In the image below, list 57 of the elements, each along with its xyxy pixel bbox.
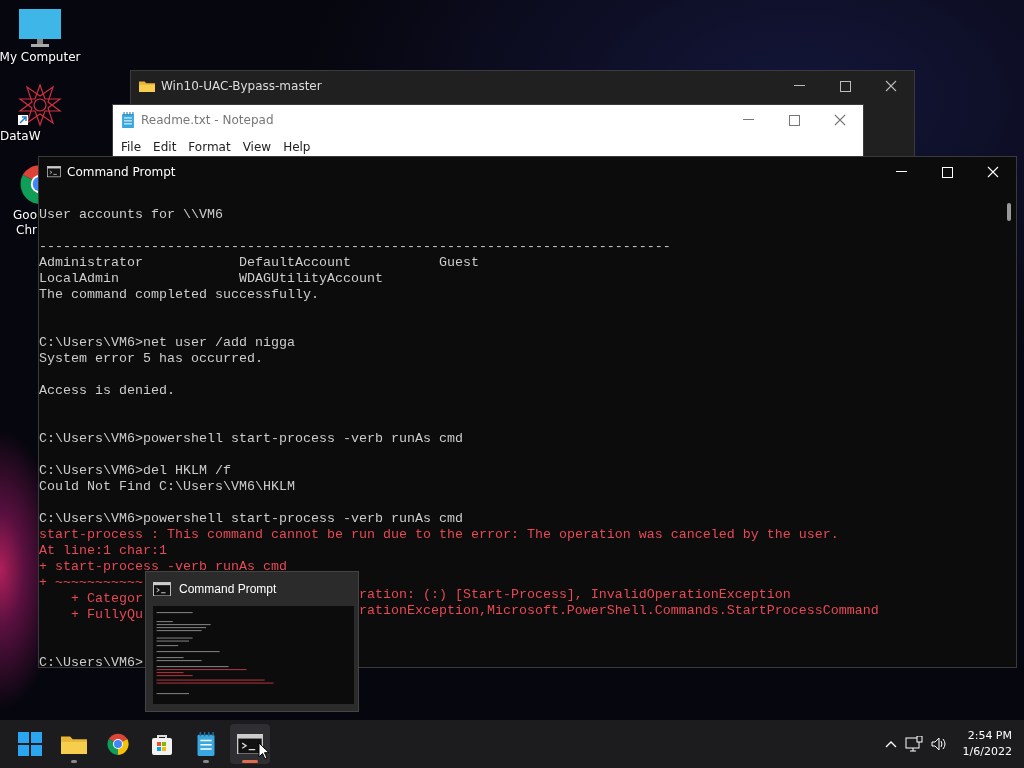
maximize-icon[interactable]	[839, 80, 851, 92]
shopping-bag-icon	[150, 732, 174, 756]
monitor-icon[interactable]	[18, 8, 62, 48]
console-line: Administrator DefaultAccount Guest	[39, 255, 479, 270]
error-output-line: At line:1 char:1	[39, 543, 167, 558]
console-line: C:\Users\VM6>del HKLM /f	[39, 463, 231, 478]
window-title: Readme.txt - Notepad	[141, 113, 275, 127]
console-line: C:\Users\VM6>powershell start-process -verb runAs cmd	[39, 431, 463, 446]
window-title: Command Prompt	[67, 165, 177, 179]
notepad-icon	[196, 732, 216, 756]
windows-logo-icon	[18, 732, 42, 756]
window-preview-popup[interactable]: Command Prompt	[145, 571, 359, 712]
close-icon[interactable]	[885, 80, 897, 92]
console-icon	[237, 733, 263, 755]
chevron-up-icon[interactable]	[884, 740, 897, 748]
console-icon	[47, 166, 61, 178]
volume-icon[interactable]	[930, 737, 947, 751]
console-line: System error 5 has occurred.	[39, 351, 263, 366]
minimize-icon[interactable]	[895, 171, 907, 173]
scrollbar-thumb[interactable]	[1007, 203, 1011, 221]
minimize-icon[interactable]	[793, 85, 805, 87]
network-icon[interactable]	[904, 736, 923, 752]
taskbar-button[interactable]	[230, 724, 270, 764]
console-line: User accounts for \\VM6	[39, 207, 223, 222]
mouse-pointer-icon	[258, 742, 270, 760]
console-line: The command completed successfully.	[39, 287, 319, 302]
error-output-line: ration: (:) [Start-Process], InvalidOperationException	[358, 587, 791, 603]
console-line: Could Not Find C:\Users\VM6\HKLM	[39, 479, 295, 494]
error-output-line: + FullyQu	[70, 607, 143, 622]
error-output-line: + Categor	[70, 591, 143, 606]
clock-date[interactable]: 1/6/2022	[962, 744, 1012, 760]
desktop-icon-label[interactable]: Goo Chr	[0, 208, 37, 238]
window-title: Win10-UAC-Bypass-master	[161, 79, 323, 93]
window-preview-drawing[interactable]	[153, 606, 354, 704]
chrome-icon	[106, 732, 130, 756]
desktop-icon-label[interactable]: My Computer	[0, 50, 81, 65]
menu-item[interactable]: File	[115, 140, 148, 154]
console-line: C:\Users\VM6>net user /add nigga	[39, 335, 295, 350]
console-line: C:\Users\VM6>	[39, 655, 143, 667]
menu-item[interactable]: Help	[277, 140, 317, 154]
menu-item[interactable]: View	[236, 140, 278, 154]
console-line: Access is denied.	[39, 383, 175, 398]
folder-icon	[139, 79, 155, 93]
console-line: LocalAdmin WDAGUtilityAccount	[39, 271, 383, 286]
console-icon	[153, 581, 171, 597]
console-line: C:\Users\VM6>powershell start-process -verb runAs cmd	[39, 511, 463, 526]
error-output-line: + ~~~~~~~~~~~	[39, 575, 143, 590]
clock-time[interactable]: 2:54 PM	[967, 728, 1012, 744]
error-output-line: start-process : This command cannot be run due to the error: The operation was canceled by the user.	[39, 527, 839, 542]
error-output-line: + start-process -verb runAs cmd	[39, 559, 287, 574]
preview-title: Command Prompt	[179, 582, 277, 596]
notepad-icon	[121, 111, 135, 129]
console-line: -------------------------------------------------------------------------------	[39, 239, 671, 254]
menu-item[interactable]: Edit	[147, 140, 183, 154]
star-icon[interactable]	[18, 83, 62, 127]
error-output-line: rationException,Microsoft.PowerShell.Commands.StartProcessCommand	[358, 603, 879, 619]
menu-item[interactable]: Format	[182, 140, 237, 154]
